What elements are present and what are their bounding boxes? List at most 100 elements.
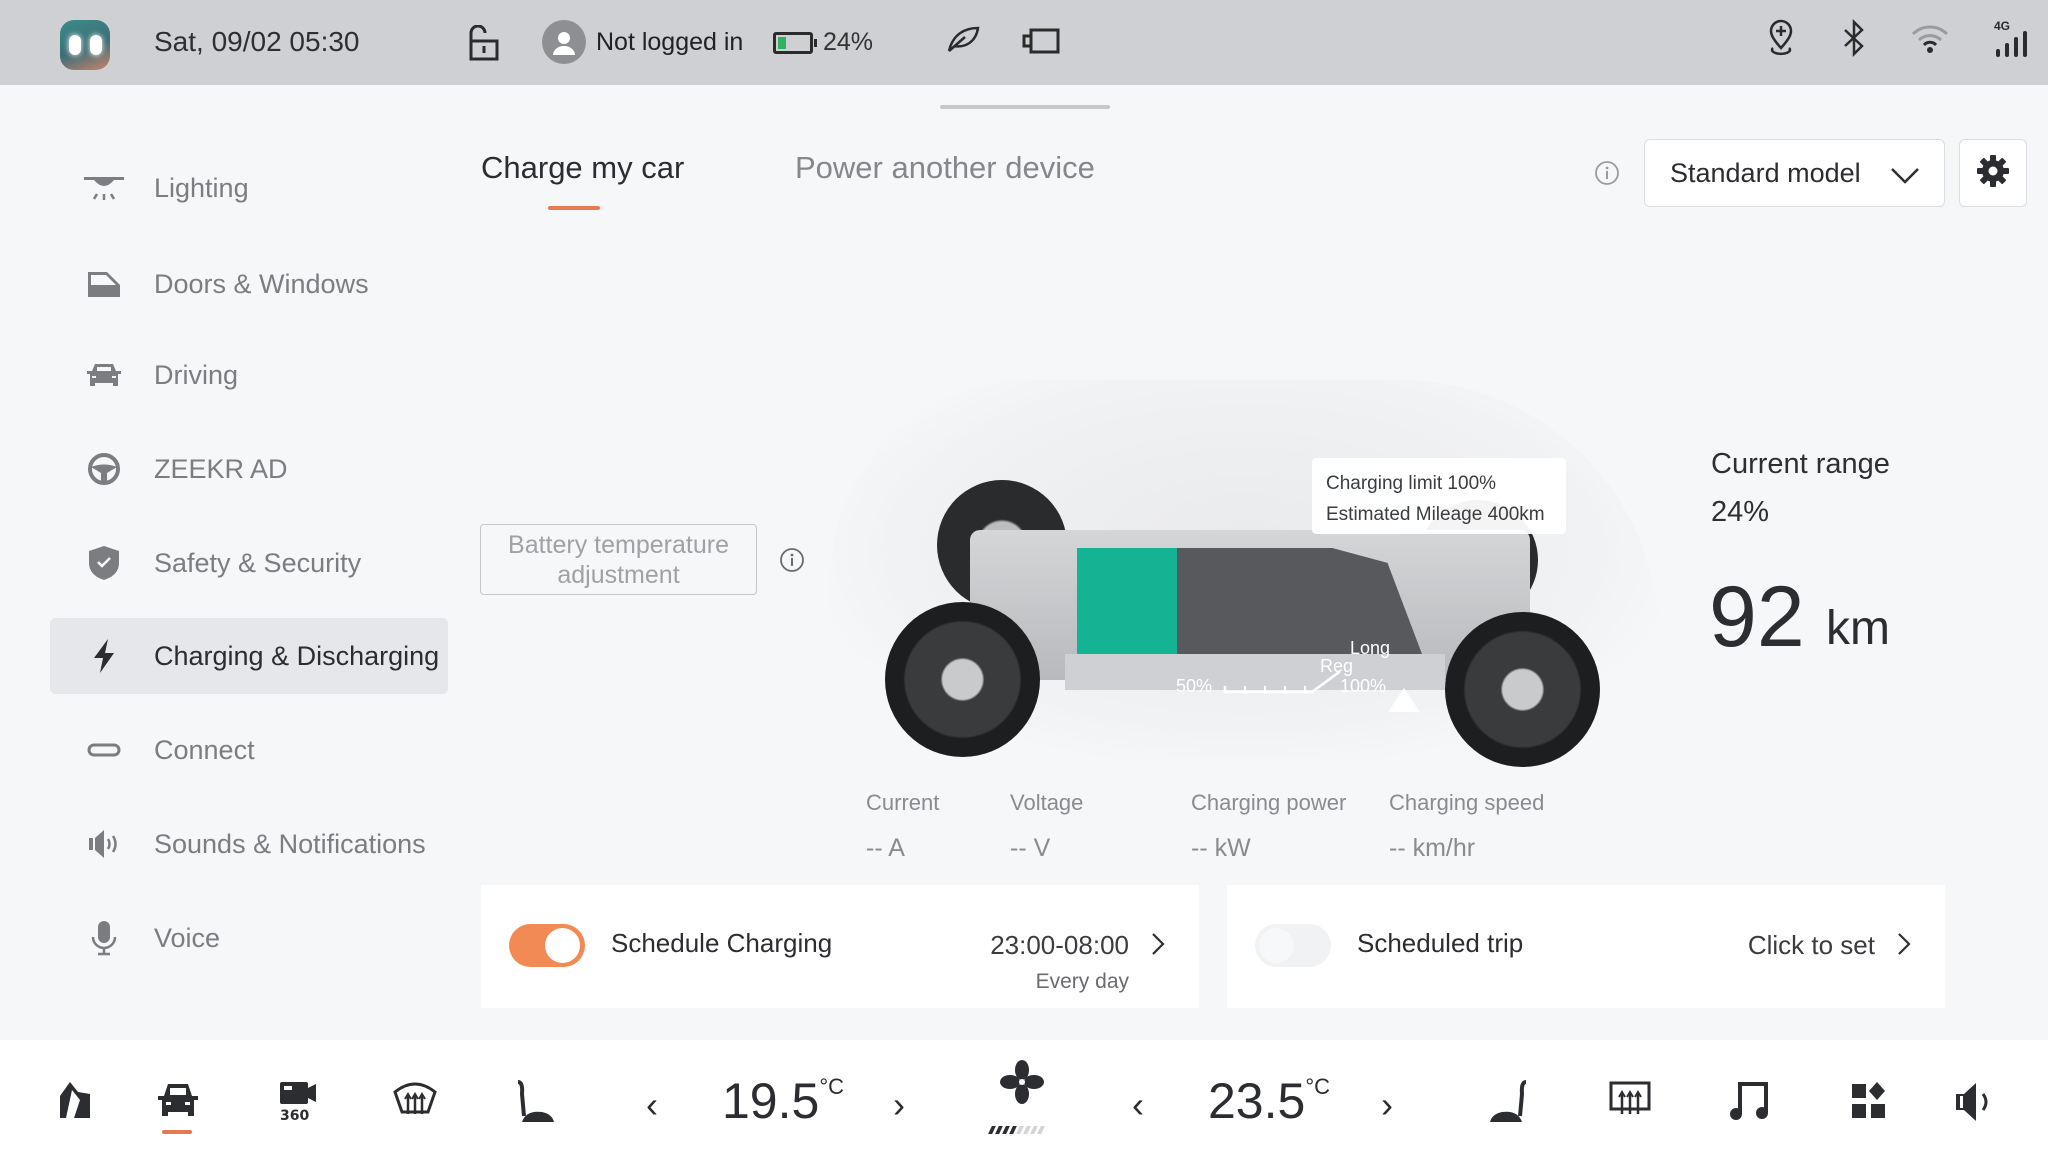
volume-icon[interactable] [1952, 1080, 1996, 1129]
charge-limit-scale[interactable]: 50% 100% Reg Long [1176, 638, 1390, 706]
left-temp-increase-button[interactable]: › [893, 1084, 905, 1126]
music-icon[interactable] [1728, 1080, 1772, 1127]
battery-temperature-adjustment-button[interactable]: Battery temperature adjustment [480, 524, 757, 595]
metric-value: -- V [1010, 834, 1051, 862]
bottom-dock: 360 ‹ 19.5°C › ‹ 23.5°C › [0, 1040, 2048, 1152]
temp-unit: °C [1305, 1074, 1331, 1100]
schedule-charging-card[interactable]: Schedule Charging 23:00-08:00 Every day [481, 885, 1199, 1008]
sidebar-item-driving[interactable]: Driving [50, 337, 448, 413]
speaker-icon [84, 828, 124, 860]
sidebar-item-doors-windows[interactable]: Doors & Windows [50, 246, 448, 322]
sidebar-item-safety-security[interactable]: Safety & Security [50, 525, 448, 601]
scheduled-trip-action: Click to set [1747, 930, 1875, 960]
charging-limit-text: Charging limit 100% [1326, 473, 1497, 494]
right-temperature-value: 23.5 [1208, 1073, 1306, 1129]
chevron-right-icon [1897, 932, 1911, 961]
active-dock-indicator [162, 1130, 192, 1134]
fan-level-bar [1037, 1126, 1045, 1134]
sidebar-item-label: Connect [154, 734, 255, 765]
sidebar-item-label: Safety & Security [154, 547, 362, 578]
scheduled-trip-toggle[interactable] [1255, 924, 1331, 967]
battery-temp-label-line2: adjustment [557, 560, 680, 589]
battery-status: 24% [773, 28, 873, 57]
reg-label: Reg [1320, 656, 1354, 676]
tab-charge-my-car[interactable]: Charge my car [481, 150, 684, 186]
passenger-seat-icon[interactable] [1486, 1080, 1532, 1129]
user-status: Not logged in [596, 27, 744, 56]
metric-voltage: Voltage -- V [1010, 790, 1083, 863]
driver-seat-icon[interactable] [512, 1080, 558, 1129]
sidebar-item-label: Lighting [154, 172, 249, 203]
info-icon[interactable] [1594, 160, 1620, 191]
tab-power-another-device[interactable]: Power another device [795, 150, 1095, 186]
right-temperature: 23.5°C [1208, 1072, 1330, 1130]
vehicle-icon[interactable] [156, 1080, 200, 1125]
battery-percent: 24% [823, 28, 874, 56]
chevron-right-icon [1151, 932, 1165, 961]
model-select-value: Standard model [1670, 157, 1861, 188]
car-icon [84, 362, 124, 388]
shield-icon [84, 545, 124, 581]
estimated-mileage-text: Estimated Mileage 400km [1326, 504, 1545, 525]
sidebar-item-voice[interactable]: Voice [50, 900, 448, 976]
metric-value: -- km/hr [1389, 834, 1476, 862]
lightning-icon [84, 638, 124, 674]
lighting-icon [84, 174, 124, 202]
screen-projection-icon[interactable] [1022, 28, 1060, 54]
scale-max-label: 100% [1340, 676, 1387, 696]
rear-defrost-icon[interactable] [1608, 1080, 1652, 1125]
schedule-charging-toggle[interactable] [509, 924, 585, 967]
avatar-icon [542, 20, 586, 64]
metric-label: Current [866, 790, 940, 815]
sidebar-item-lighting[interactable]: Lighting [50, 150, 448, 226]
status-bar: Sat, 09/02 05:30 Not logged in 24% 4G [0, 0, 2048, 85]
right-temp-decrease-button[interactable]: ‹ [1132, 1084, 1144, 1126]
link-icon [84, 738, 124, 762]
metric-charging-power: Charging power -- kW [1191, 790, 1346, 863]
sidebar-item-zeekr-ad[interactable]: ZEEKR AD [50, 431, 448, 507]
left-temperature: 19.5°C [722, 1072, 844, 1130]
apps-icon[interactable] [1850, 1080, 1888, 1125]
left-temp-decrease-button[interactable]: ‹ [646, 1084, 658, 1126]
assistant-logo-icon[interactable] [60, 20, 110, 70]
wifi-icon[interactable] [1910, 22, 1950, 59]
sidebar-item-connect[interactable]: Connect [50, 712, 448, 788]
active-tab-indicator [548, 206, 600, 210]
camera-360-icon[interactable]: 360 [278, 1080, 318, 1127]
rear-right-wheel [885, 602, 1040, 757]
long-label: Long [1350, 638, 1391, 658]
bluetooth-icon[interactable] [1842, 18, 1866, 62]
scheduled-trip-title: Scheduled trip [1357, 928, 1524, 958]
temp-unit: °C [819, 1074, 845, 1100]
metric-current: Current -- A [866, 790, 939, 863]
home-icon[interactable] [56, 1080, 96, 1125]
battery-charge-fill [1077, 548, 1178, 654]
sidebar-item-charging-discharging[interactable]: Charging & Discharging [50, 618, 448, 694]
sidebar-item-label: Charging & Discharging [154, 640, 440, 671]
gear-icon [1976, 154, 2010, 193]
battery-temp-label-line1: Battery temperature [508, 530, 729, 559]
scheduled-trip-card[interactable]: Scheduled trip Click to set [1227, 885, 1945, 1008]
sidebar-item-sounds-notifications[interactable]: Sounds & Notifications [50, 806, 448, 882]
charge-limit-slider-handle[interactable] [1388, 688, 1420, 712]
pull-down-handle[interactable] [940, 105, 1110, 109]
current-range-percent: 24% [1711, 496, 1770, 528]
settings-button[interactable] [1959, 139, 2027, 207]
scale-min-label: 50% [1176, 676, 1213, 696]
sidebar-item-label: Driving [154, 359, 239, 390]
right-temp-increase-button[interactable]: › [1381, 1084, 1393, 1126]
signal-4g-icon: 4G [1994, 19, 2028, 61]
schedule-charging-time: 23:00-08:00 [990, 930, 1129, 960]
svg-text:360: 360 [280, 1108, 309, 1122]
fan-icon[interactable] [1000, 1060, 1044, 1109]
sidebar-item-label: ZEEKR AD [154, 453, 288, 484]
model-select-dropdown[interactable]: Standard model [1644, 139, 1945, 207]
eco-leaf-icon[interactable] [945, 24, 981, 54]
user-account[interactable]: Not logged in [542, 20, 743, 64]
left-temperature-value: 19.5 [722, 1073, 820, 1129]
unlock-icon[interactable] [465, 25, 501, 61]
current-range-label: Current range [1711, 448, 1890, 480]
battery-icon [773, 31, 817, 54]
location-plus-icon[interactable] [1764, 18, 1798, 63]
front-defrost-icon[interactable] [392, 1080, 438, 1125]
